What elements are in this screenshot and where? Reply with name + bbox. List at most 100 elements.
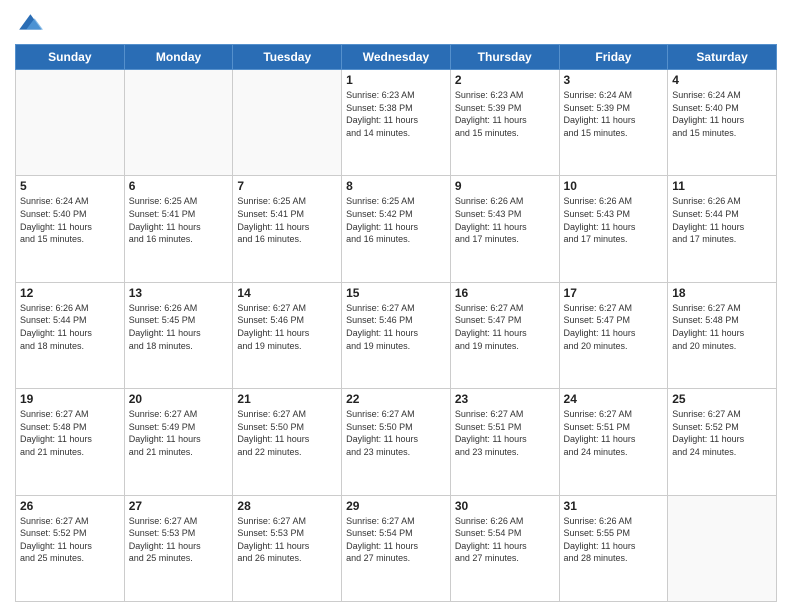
calendar-cell <box>668 495 777 601</box>
calendar-cell <box>233 70 342 176</box>
weekday-header-friday: Friday <box>559 45 668 70</box>
day-number: 18 <box>672 286 772 300</box>
day-info: Sunrise: 6:23 AMSunset: 5:38 PMDaylight:… <box>346 89 446 139</box>
calendar-cell: 15 Sunrise: 6:27 AMSunset: 5:46 PMDayligh… <box>342 282 451 388</box>
calendar-cell: 25Sunrise: 6:27 AMSunset: 5:52 PMDayligh… <box>668 389 777 495</box>
day-info: Sunrise: 6:25 AMSunset: 5:41 PMDaylight:… <box>129 195 229 245</box>
day-number: 2 <box>455 73 555 87</box>
day-number: 15 <box>346 286 446 300</box>
day-number: 28 <box>237 499 337 513</box>
day-number: 30 <box>455 499 555 513</box>
weekday-header-tuesday: Tuesday <box>233 45 342 70</box>
calendar-cell: 2 Sunrise: 6:23 AMSunset: 5:39 PMDaylight… <box>450 70 559 176</box>
day-info: Sunrise: 6:27 AMSunset: 5:51 PMDaylight:… <box>455 408 555 458</box>
day-info: Sunrise: 6:27 AMSunset: 5:47 PMDaylight:… <box>455 302 555 352</box>
day-number: 27 <box>129 499 229 513</box>
day-info: Sunrise: 6:27 AMSunset: 5:50 PMDaylight:… <box>346 408 446 458</box>
day-info: Sunrise: 6:27 AMSunset: 5:52 PMDaylight:… <box>672 408 772 458</box>
day-info: Sunrise: 6:25 AMSunset: 5:41 PMDaylight:… <box>237 195 337 245</box>
day-number: 26 <box>20 499 120 513</box>
day-number: 14 <box>237 286 337 300</box>
day-info: Sunrise: 6:25 AMSunset: 5:42 PMDaylight:… <box>346 195 446 245</box>
calendar-cell: 20Sunrise: 6:27 AMSunset: 5:49 PMDayligh… <box>124 389 233 495</box>
calendar-cell: 23 Sunrise: 6:27 AMSunset: 5:51 PMDayligh… <box>450 389 559 495</box>
day-number: 8 <box>346 179 446 193</box>
calendar-cell: 6 Sunrise: 6:25 AMSunset: 5:41 PMDaylight… <box>124 176 233 282</box>
day-number: 31 <box>564 499 664 513</box>
day-info: Sunrise: 6:26 AMSunset: 5:45 PMDaylight:… <box>129 302 229 352</box>
calendar-cell: 26 Sunrise: 6:27 AMSunset: 5:52 PMDayligh… <box>16 495 125 601</box>
week-row-2: 12 Sunrise: 6:26 AMSunset: 5:44 PMDayligh… <box>16 282 777 388</box>
day-number: 9 <box>455 179 555 193</box>
calendar-cell: 29 Sunrise: 6:27 AMSunset: 5:54 PMDayligh… <box>342 495 451 601</box>
day-info: Sunrise: 6:26 AMSunset: 5:44 PMDaylight:… <box>20 302 120 352</box>
calendar-cell: 17 Sunrise: 6:27 AMSunset: 5:47 PMDayligh… <box>559 282 668 388</box>
logo-icon <box>15 10 43 38</box>
calendar-cell: 11Sunrise: 6:26 AMSunset: 5:44 PMDayligh… <box>668 176 777 282</box>
day-number: 6 <box>129 179 229 193</box>
day-number: 12 <box>20 286 120 300</box>
week-row-1: 5 Sunrise: 6:24 AMSunset: 5:40 PMDaylight… <box>16 176 777 282</box>
day-number: 23 <box>455 392 555 406</box>
weekday-header-row: SundayMondayTuesdayWednesdayThursdayFrid… <box>16 45 777 70</box>
header <box>15 10 777 38</box>
weekday-header-wednesday: Wednesday <box>342 45 451 70</box>
day-number: 21 <box>237 392 337 406</box>
calendar-cell: 21 Sunrise: 6:27 AMSunset: 5:50 PMDayligh… <box>233 389 342 495</box>
day-number: 1 <box>346 73 446 87</box>
calendar-cell: 19Sunrise: 6:27 AMSunset: 5:48 PMDayligh… <box>16 389 125 495</box>
day-info: Sunrise: 6:27 AMSunset: 5:53 PMDaylight:… <box>237 515 337 565</box>
day-info: Sunrise: 6:23 AMSunset: 5:39 PMDaylight:… <box>455 89 555 139</box>
calendar-cell: 27 Sunrise: 6:27 AMSunset: 5:53 PMDayligh… <box>124 495 233 601</box>
day-info: Sunrise: 6:24 AMSunset: 5:39 PMDaylight:… <box>564 89 664 139</box>
day-info: Sunrise: 6:27 AMSunset: 5:50 PMDaylight:… <box>237 408 337 458</box>
calendar-cell: 18 Sunrise: 6:27 AMSunset: 5:48 PMDayligh… <box>668 282 777 388</box>
calendar-cell: 10 Sunrise: 6:26 AMSunset: 5:43 PMDayligh… <box>559 176 668 282</box>
calendar-cell: 3 Sunrise: 6:24 AMSunset: 5:39 PMDaylight… <box>559 70 668 176</box>
day-number: 4 <box>672 73 772 87</box>
calendar-cell: 22Sunrise: 6:27 AMSunset: 5:50 PMDayligh… <box>342 389 451 495</box>
calendar-table: SundayMondayTuesdayWednesdayThursdayFrid… <box>15 44 777 602</box>
day-info: Sunrise: 6:27 AMSunset: 5:53 PMDaylight:… <box>129 515 229 565</box>
calendar-cell: 24Sunrise: 6:27 AMSunset: 5:51 PMDayligh… <box>559 389 668 495</box>
weekday-header-monday: Monday <box>124 45 233 70</box>
week-row-3: 19Sunrise: 6:27 AMSunset: 5:48 PMDayligh… <box>16 389 777 495</box>
day-number: 5 <box>20 179 120 193</box>
day-info: Sunrise: 6:24 AMSunset: 5:40 PMDaylight:… <box>672 89 772 139</box>
calendar-cell <box>16 70 125 176</box>
day-info: Sunrise: 6:27 AMSunset: 5:52 PMDaylight:… <box>20 515 120 565</box>
weekday-header-saturday: Saturday <box>668 45 777 70</box>
week-row-0: 1 Sunrise: 6:23 AMSunset: 5:38 PMDaylight… <box>16 70 777 176</box>
calendar-cell: 12 Sunrise: 6:26 AMSunset: 5:44 PMDayligh… <box>16 282 125 388</box>
day-info: Sunrise: 6:26 AMSunset: 5:44 PMDaylight:… <box>672 195 772 245</box>
calendar-cell: 14 Sunrise: 6:27 AMSunset: 5:46 PMDayligh… <box>233 282 342 388</box>
week-row-4: 26 Sunrise: 6:27 AMSunset: 5:52 PMDayligh… <box>16 495 777 601</box>
day-info: Sunrise: 6:26 AMSunset: 5:43 PMDaylight:… <box>564 195 664 245</box>
day-info: Sunrise: 6:27 AMSunset: 5:46 PMDaylight:… <box>237 302 337 352</box>
day-number: 16 <box>455 286 555 300</box>
day-info: Sunrise: 6:27 AMSunset: 5:46 PMDaylight:… <box>346 302 446 352</box>
day-number: 10 <box>564 179 664 193</box>
day-info: Sunrise: 6:27 AMSunset: 5:54 PMDaylight:… <box>346 515 446 565</box>
day-number: 24 <box>564 392 664 406</box>
calendar-cell: 5 Sunrise: 6:24 AMSunset: 5:40 PMDaylight… <box>16 176 125 282</box>
page: SundayMondayTuesdayWednesdayThursdayFrid… <box>0 0 792 612</box>
day-info: Sunrise: 6:24 AMSunset: 5:40 PMDaylight:… <box>20 195 120 245</box>
day-info: Sunrise: 6:26 AMSunset: 5:43 PMDaylight:… <box>455 195 555 245</box>
calendar-cell: 28 Sunrise: 6:27 AMSunset: 5:53 PMDayligh… <box>233 495 342 601</box>
calendar-cell <box>124 70 233 176</box>
calendar-cell: 16 Sunrise: 6:27 AMSunset: 5:47 PMDayligh… <box>450 282 559 388</box>
day-number: 29 <box>346 499 446 513</box>
weekday-header-sunday: Sunday <box>16 45 125 70</box>
calendar-cell: 13 Sunrise: 6:26 AMSunset: 5:45 PMDayligh… <box>124 282 233 388</box>
calendar-cell: 7Sunrise: 6:25 AMSunset: 5:41 PMDaylight… <box>233 176 342 282</box>
day-info: Sunrise: 6:27 AMSunset: 5:49 PMDaylight:… <box>129 408 229 458</box>
calendar-cell: 1 Sunrise: 6:23 AMSunset: 5:38 PMDaylight… <box>342 70 451 176</box>
day-info: Sunrise: 6:27 AMSunset: 5:48 PMDaylight:… <box>672 302 772 352</box>
day-number: 13 <box>129 286 229 300</box>
day-number: 3 <box>564 73 664 87</box>
day-number: 17 <box>564 286 664 300</box>
day-info: Sunrise: 6:27 AMSunset: 5:47 PMDaylight:… <box>564 302 664 352</box>
weekday-header-thursday: Thursday <box>450 45 559 70</box>
logo <box>15 10 47 38</box>
